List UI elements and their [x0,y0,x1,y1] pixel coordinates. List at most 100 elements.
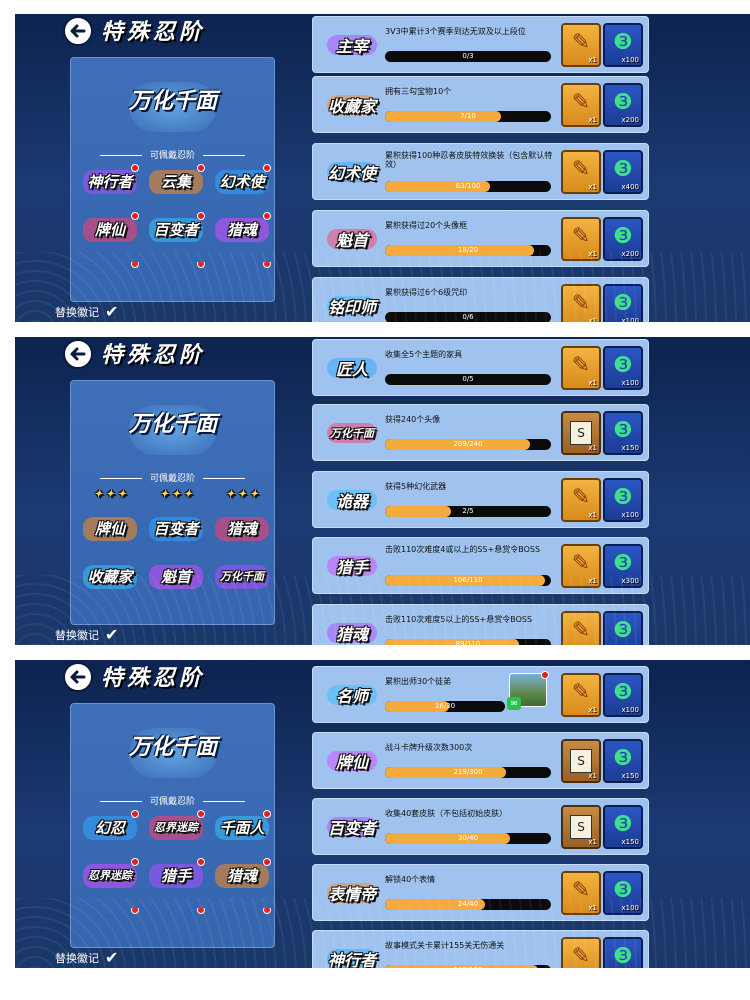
reward-item[interactable]: ❸ x100 [603,284,643,322]
back-button[interactable] [63,662,93,692]
reward-item[interactable]: ❸ x200 [603,83,643,127]
task-row[interactable]: 魁首 累积获得过20个头像框 18/20 ✎ x1 ❸ x200 [312,210,649,267]
rank-badge[interactable]: 猎魂 [213,513,271,543]
task-row[interactable]: 铭印师 累积获得过6个6级咒印 0/6 ✎ x1 ❸ x100 [312,277,649,322]
reward-item[interactable]: ✎x1 [561,478,601,522]
rank-badge[interactable]: 收藏家 [81,561,139,591]
rank-badge[interactable]: 忍界迷踪 [147,810,205,842]
task-list[interactable]: 主宰 3V3中累计3个赛季到达无双及以上段位 0/3 ✎ x1 ❸ x100 收藏家 拥有三勾宝… [312,14,652,322]
reward-item[interactable]: ✎x1 [561,871,601,915]
task-rank-badge[interactable]: 表情帝 [321,873,383,913]
rank-badge[interactable]: 牌仙 [81,513,139,543]
replace-badge-toggle[interactable]: 替换徽记 ✔ [55,950,118,966]
rank-badge[interactable]: 万化千面 [213,561,271,591]
rank-badge[interactable]: 忍界迷踪 [81,858,139,890]
checkmark-icon[interactable]: ✔ [105,627,118,643]
task-rank-badge[interactable]: 万化千面 [321,413,383,453]
reward-item[interactable]: ✎x1 [561,346,601,390]
task-row[interactable]: 主宰 3V3中累计3个赛季到达无双及以上段位 0/3 ✎ x1 ❸ x100 [312,16,649,73]
task-rank-badge[interactable]: 魁首 [321,219,383,259]
rank-badge[interactable]: 神行者 [81,164,139,196]
featured-badge[interactable]: 万化千面 [123,722,223,782]
task-row[interactable]: 牌仙 战斗卡牌升级次数300次 219/300 Sx1 ❸ x150 [312,732,649,789]
rank-badge[interactable]: 千面人 [213,810,271,842]
reward-item[interactable]: ✎x1 [561,611,601,645]
reward-item[interactable]: Sx1 [561,739,601,783]
rank-badge[interactable] [81,908,139,920]
reward-item[interactable]: ✎x1 [561,83,601,127]
task-row[interactable]: 匠人 收集全5个主题的家具 0/5 ✎ x1 ❸ x100 [312,339,649,396]
rank-badge[interactable]: 幻术使 [213,164,271,196]
reward-item[interactable]: ❸ x100 [603,673,643,717]
rank-badge[interactable]: 猎魂 [213,858,271,890]
task-rank-badge[interactable]: 牌仙 [321,741,383,781]
rank-badge[interactable]: 百变者 [147,513,205,543]
reward-item[interactable]: ❸x300 [603,611,643,645]
checkmark-icon[interactable]: ✔ [105,304,118,320]
task-rank-badge[interactable]: 猎魂 [321,613,383,645]
task-row[interactable]: 诡器 获得5种幻化武器 2/5 ✎ x1 ❸ x100 [312,471,649,528]
reward-item[interactable]: ✎x1 [561,284,601,322]
task-rank-badge[interactable]: 百变者 [321,807,383,847]
reward-item[interactable]: ❸ x150 [603,805,643,849]
reward-item[interactable]: Sx1 [561,411,601,455]
reward-item[interactable]: ❸x300 [603,544,643,588]
reward-item[interactable]: ❸ x100 [603,478,643,522]
task-row[interactable]: 名师 累积出师30个徒弟 16/30 ✉ ✎ x1 ❸ x100 [312,666,649,723]
reward-item[interactable]: ✎x1 [561,673,601,717]
reward-item[interactable]: ✎x1 [561,150,601,194]
featured-badge[interactable]: 万化千面 [123,399,223,459]
rank-badge[interactable]: 百变者 [147,212,205,244]
reward-item[interactable]: ❸ x100 [603,23,643,67]
rank-badge[interactable]: 云集 [147,164,205,196]
reward-item[interactable]: ❸ x100 [603,871,643,915]
task-row[interactable]: 神行者故事模式关卡累计155关无伤通关 143/155 ✎x1❸x300 [312,930,649,968]
task-rank-badge[interactable]: 名师 [321,675,383,715]
task-row[interactable]: 猎手 击败110次难度4或以上的SS+悬赏令BOSS 106/110 ✎ x1 ❸ x300 [312,537,649,594]
task-row[interactable]: 幻术使 累积获得100种忍者皮肤特效换装（包含默认特效） 63/100 ✎ x1 ❸ x40… [312,143,649,200]
task-rank-badge[interactable]: 铭印师 [321,286,383,322]
reward-item[interactable]: ✎x1 [561,937,601,968]
rank-badge[interactable]: 牌仙 [81,212,139,244]
task-list[interactable]: 匠人 收集全5个主题的家具 0/5 ✎ x1 ❸ x100 万化千面 获得240个头像 209/2… [312,337,652,645]
reward-item[interactable]: ✎x1 [561,23,601,67]
back-button[interactable] [63,16,93,46]
task-rank-badge[interactable]: 诡器 [321,480,383,520]
chat-icon[interactable]: ✉ [507,697,521,710]
task-row[interactable]: 猎魂击败110次难度5以上的SS+悬赏令BOSS89/110✎x1❸x300 [312,604,649,645]
task-rank-badge[interactable]: 匠人 [321,348,383,388]
reward-item[interactable]: ❸ x200 [603,217,643,261]
rank-badge[interactable] [213,908,271,920]
task-row[interactable]: 收藏家 拥有三勾宝物10个 7/10 ✎ x1 ❸ x200 [312,76,649,133]
reward-item[interactable]: ❸ x100 [603,346,643,390]
reward-item[interactable]: ❸ x400 [603,150,643,194]
task-row[interactable]: 表情帝 解锁40个表情 24/40 ✎ x1 ❸ x100 [312,864,649,921]
task-row[interactable]: 万化千面 获得240个头像 209/240 Sx1 ❸ x150 [312,404,649,461]
task-rank-badge[interactable]: 猎手 [321,546,383,586]
rank-badge[interactable] [81,262,139,274]
replace-badge-toggle[interactable]: 替换徽记 ✔ [55,304,118,320]
rank-badge[interactable]: 魁首 [147,561,205,591]
reward-item[interactable]: Sx1 [561,805,601,849]
rank-badge[interactable]: 幻忍 [81,810,139,842]
rank-badge[interactable]: 猎魂 [213,212,271,244]
task-list[interactable]: 名师 累积出师30个徒弟 16/30 ✉ ✎ x1 ❸ x100 牌仙 战斗卡牌升级次数300次 2… [312,660,652,968]
rank-badge[interactable] [213,262,271,274]
task-row[interactable]: 百变者 收集40套皮肤（不包括初始皮肤） 30/40 Sx1 ❸ x150 [312,798,649,855]
task-rank-badge[interactable]: 神行者 [321,939,383,968]
rank-badge[interactable]: 猎手 [147,858,205,890]
task-rank-badge[interactable]: 主宰 [321,25,383,65]
back-button[interactable] [63,339,93,369]
reward-item[interactable]: ❸ x150 [603,411,643,455]
featured-badge[interactable]: 万化千面 [123,76,223,136]
reward-item[interactable]: ❸x300 [603,937,643,968]
reward-item[interactable]: ✎x1 [561,544,601,588]
reward-item[interactable]: ❸ x150 [603,739,643,783]
replace-badge-toggle[interactable]: 替换徽记 ✔ [55,627,118,643]
checkmark-icon[interactable]: ✔ [105,950,118,966]
rank-badge[interactable] [147,908,205,920]
rank-badge[interactable] [147,262,205,274]
task-rank-badge[interactable]: 收藏家 [321,85,383,125]
task-rank-badge[interactable]: 幻术使 [321,152,383,192]
reward-item[interactable]: ✎x1 [561,217,601,261]
